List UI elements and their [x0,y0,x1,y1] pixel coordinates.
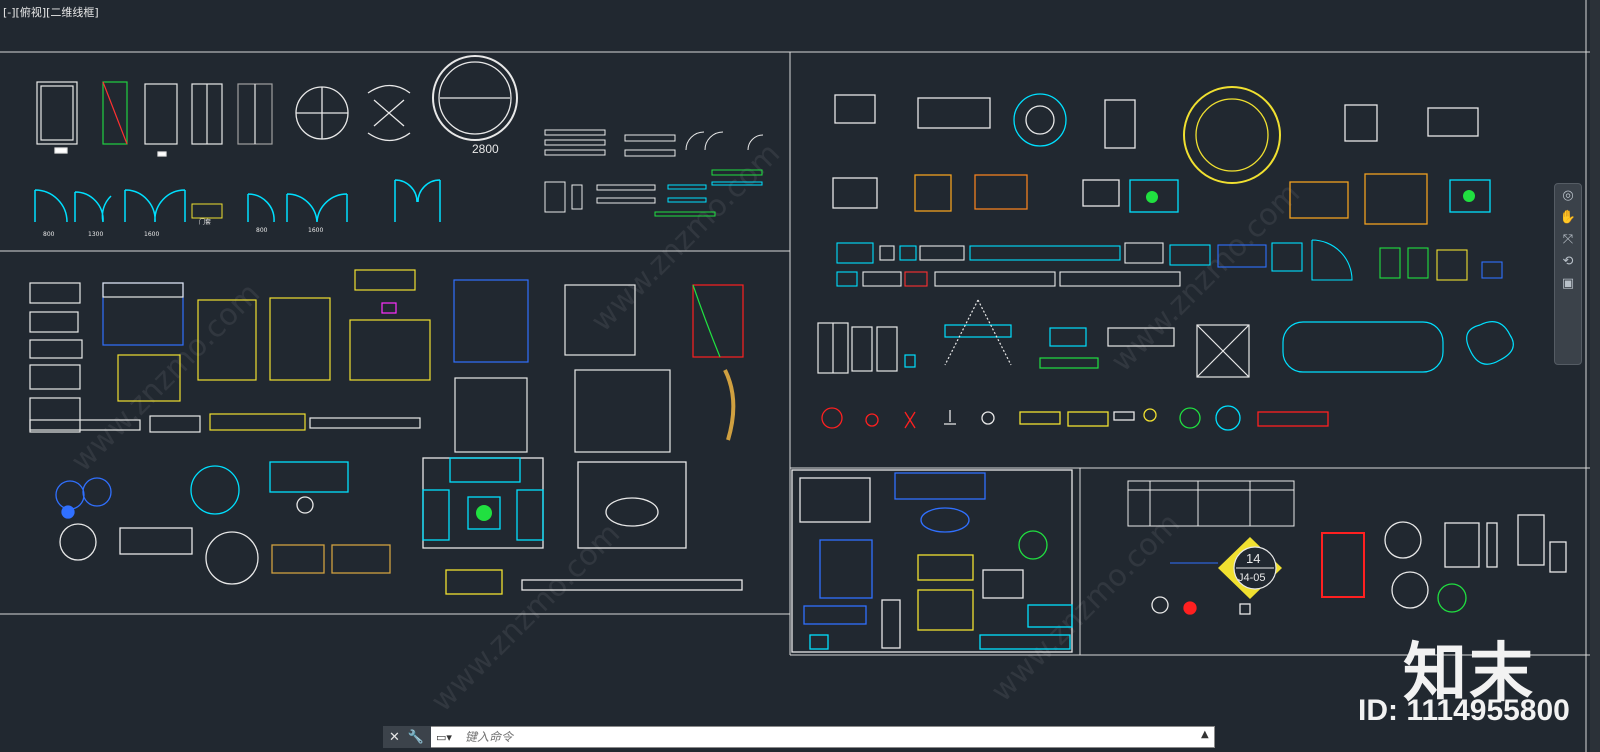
chevron-up-icon[interactable]: ▲ [1201,729,1209,740]
model-viewport[interactable]: www.znzmo.com www.znzmo.com www.znzmo.co… [0,0,1600,752]
door-width-label: 1300 [88,231,103,238]
door-width-label: 800 [43,231,55,238]
command-prompt-icon[interactable]: ▭▾ [436,731,452,744]
bed-and-cabinet-blocks [29,269,431,433]
appliance-and-sanitary-blocks [836,239,1503,287]
landscape-and-misc-blocks [1151,514,1567,615]
apartment-floor-plan [791,469,1073,653]
command-line-handle[interactable]: ✕ 🔧 [383,726,431,748]
door-width-label: 1600 [144,231,159,238]
resource-id-label: ID: 1114955800 [1358,694,1570,727]
light-fixture-symbols [821,405,1329,431]
sofa-and-chair-blocks [55,461,391,585]
curtain-blocks [453,279,744,453]
door-width-label: 800 [256,227,268,234]
appliance-elevations [817,299,1514,378]
round-door-label: 2800 [472,142,499,156]
navigation-bar[interactable]: ◎ ✋ ⤧ ⟲ ▣ [1554,183,1582,365]
showmotion-icon[interactable]: ▣ [1555,272,1581,294]
pan-hand-icon[interactable]: ✋ [1555,206,1581,228]
orbit-icon[interactable]: ⟲ [1555,250,1581,272]
revolving-door-symbols [295,55,518,142]
wrench-icon[interactable]: 🔧 [408,730,424,745]
door-frame-symbol [191,203,223,219]
command-input[interactable] [465,727,1200,747]
viewport-controls-label[interactable]: [-][俯视][二维线框] [3,4,99,20]
vertical-scrollbar[interactable] [1590,0,1600,752]
room-tag-number: 14 [1246,551,1260,566]
door-width-label: 1600 [308,227,323,234]
door-swing-symbols [34,179,441,223]
door-tag-label: 门套 [199,218,211,226]
door-elevations [36,81,273,157]
steering-wheel-icon[interactable]: ◎ [1555,184,1581,206]
close-icon[interactable]: ✕ [389,730,400,745]
dining-table-blocks [832,86,1491,225]
zoom-extents-icon[interactable]: ⤧ [1555,228,1581,250]
living-room-plan [422,457,743,595]
cad-drawing-canvas[interactable]: 2800 800 1300 1600 800 1600 门套 14 J4-05 [0,0,1600,752]
wall-sections [544,129,764,217]
legend-table [1127,480,1295,527]
room-tag-code: J4-05 [1238,572,1266,584]
